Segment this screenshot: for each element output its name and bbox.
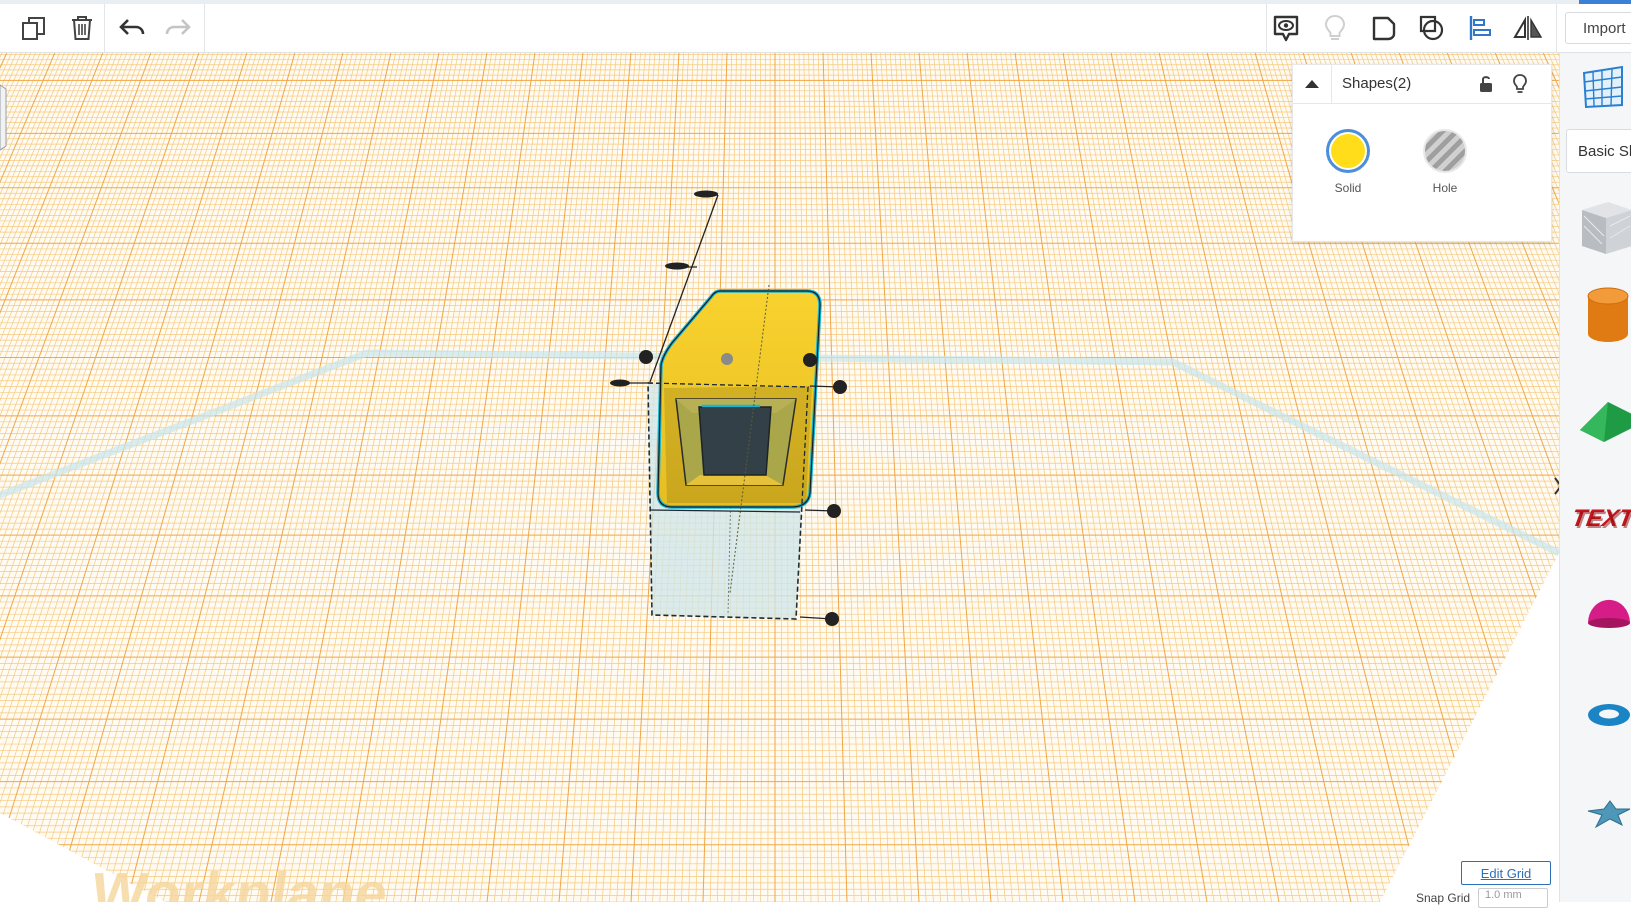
visibility-button[interactable] <box>1507 71 1533 97</box>
ungroup-icon <box>1419 15 1444 41</box>
import-button[interactable]: Import <box>1565 12 1631 44</box>
edge-handle[interactable] <box>827 504 841 518</box>
toolbar-separator <box>1556 4 1557 52</box>
copy-button[interactable] <box>16 10 52 46</box>
roof-icon <box>1580 402 1631 442</box>
shapes-library-panel: Basic Shapes TEXTTEXT <box>1559 53 1631 902</box>
corner-handle[interactable] <box>803 353 817 367</box>
trash-icon <box>72 16 92 40</box>
svg-text:TEXT: TEXT <box>1574 507 1631 534</box>
rotate-handle-mid[interactable] <box>665 262 689 270</box>
inspector-collapse-button[interactable] <box>1293 65 1332 103</box>
notes-icon <box>1273 15 1299 42</box>
shape-box[interactable] <box>1574 196 1631 266</box>
shape-torus[interactable] <box>1574 675 1631 745</box>
workplane-label: Workplane <box>87 861 391 902</box>
corner-handle[interactable] <box>825 612 839 626</box>
rotate-handle-top[interactable] <box>694 190 718 198</box>
unlock-icon <box>1480 76 1492 92</box>
toolbar-separator <box>204 4 205 52</box>
align-button[interactable] <box>1462 10 1498 46</box>
snap-grid-label: Snap Grid <box>1416 891 1471 905</box>
group-icon <box>1372 16 1396 41</box>
box-icon <box>1582 202 1631 254</box>
inspector-header: Shapes(2) <box>1293 65 1551 104</box>
lightbulb-button[interactable] <box>1317 10 1353 46</box>
solid-label: Solid <box>1334 181 1362 195</box>
solid-option[interactable]: Solid <box>1313 129 1383 195</box>
shape-text[interactable]: TEXT TEXT <box>1570 484 1631 554</box>
hole-option[interactable]: Hole <box>1410 129 1480 195</box>
copy-icon <box>22 17 45 40</box>
group-button[interactable] <box>1366 10 1402 46</box>
hole-swatch[interactable] <box>1423 129 1467 173</box>
hole-label: Hole <box>1432 181 1458 195</box>
snap-grid-select[interactable]: 1.0 mm <box>1478 888 1548 908</box>
main-toolbar: Import <box>0 4 1631 53</box>
shape-category-select[interactable]: Basic Shapes <box>1566 129 1631 173</box>
undo-button[interactable] <box>114 10 150 46</box>
solid-color-swatch[interactable] <box>1326 129 1370 173</box>
grid-view-button[interactable] <box>1580 65 1624 109</box>
torus-icon <box>1588 704 1630 726</box>
shape-star[interactable] <box>1574 775 1631 845</box>
shape-half-sphere[interactable] <box>1574 579 1631 649</box>
inspector-title: Shapes(2) <box>1342 75 1412 92</box>
workplane-grid-icon <box>1582 65 1623 109</box>
corner-handle[interactable] <box>639 350 653 364</box>
delete-button[interactable] <box>64 10 100 46</box>
chevron-up-icon <box>1305 80 1319 88</box>
shape-cylinder[interactable] <box>1574 284 1631 354</box>
rotate-handle-left[interactable] <box>610 379 630 387</box>
half-sphere-icon <box>1588 599 1630 628</box>
cylinder-icon <box>1587 287 1629 342</box>
redo-button[interactable] <box>160 10 196 46</box>
shape-roof[interactable] <box>1574 384 1631 454</box>
mirror-button[interactable] <box>1510 10 1546 46</box>
redo-icon <box>165 19 191 35</box>
lightbulb-icon <box>1324 14 1346 40</box>
align-icon <box>1469 16 1491 40</box>
view-cube-edge[interactable] <box>0 84 7 151</box>
text-icon: TEXTTEXT <box>1570 505 1631 534</box>
mirror-icon <box>1513 16 1543 40</box>
lock-button[interactable] <box>1473 71 1499 97</box>
shape-inspector: Shapes(2) Solid Hole <box>1292 64 1552 242</box>
undo-icon <box>119 19 145 35</box>
star-icon <box>1587 800 1631 829</box>
toolbar-separator <box>1266 4 1267 52</box>
notes-button[interactable] <box>1268 10 1304 46</box>
toolbar-separator <box>104 4 105 52</box>
height-handle[interactable] <box>721 353 733 365</box>
ungroup-button[interactable] <box>1414 10 1450 46</box>
edge-handle[interactable] <box>833 380 847 394</box>
lightbulb-icon <box>1513 74 1527 93</box>
edit-grid-button[interactable]: Edit Grid <box>1461 861 1551 885</box>
